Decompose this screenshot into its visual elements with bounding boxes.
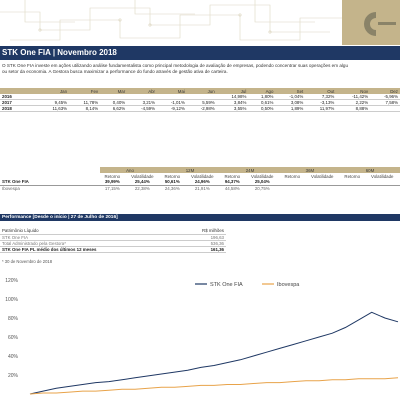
pl-label: STK One FIA PL médio dos últimos 12 mese…	[0, 246, 179, 253]
y-tick-label: 120%	[5, 278, 18, 284]
return-cell: 1,89%	[275, 105, 306, 113]
return-cell: 6,62%	[100, 105, 128, 113]
header-banner	[0, 0, 400, 45]
table-row: STK One FIA PL médio dos últimos 12 mese…	[0, 246, 226, 253]
perf-value-cell: 20,75%	[254, 185, 270, 191]
return-cell	[370, 105, 400, 113]
perf-value-cell: 22,38%	[134, 185, 150, 191]
footnote: * 30 de Novembro de 2018	[2, 259, 53, 264]
performance-section-title: Performance [Desde o início | 27 de Julh…	[0, 214, 400, 221]
performance-chart: 120% 100% 80% 60% 40% 20% STK One FIA Ibovespa	[5, 278, 399, 395]
legend-label: STK One FIA	[210, 282, 243, 288]
return-cell: 3,55%	[216, 105, 249, 113]
table-row: 2018 11,63% 8,14% 6,62% -4,59% -9,12% -2…	[0, 105, 400, 113]
return-cell: 11,97%	[305, 105, 337, 113]
return-cell: -2,98%	[186, 105, 217, 113]
benchmark-name-cell: Ibovespa	[2, 185, 20, 191]
series-line	[29, 311, 399, 395]
return-cell: -9,12%	[157, 105, 187, 113]
perf-value-cell	[365, 185, 400, 191]
y-tick-label: 100%	[5, 297, 18, 303]
y-tick-label: 20%	[8, 373, 19, 379]
monthly-returns-table: Jan Fev Mar Abr Mai Jun Jul Ago Set Out …	[0, 88, 400, 113]
patrimonio-table: Patrimônio Líquido R$ milhões STK One FI…	[0, 228, 226, 253]
return-cell: 11,63%	[38, 105, 70, 113]
perf-value-cell: 24,36%	[164, 185, 180, 191]
y-tick-label: 60%	[8, 335, 19, 341]
performance-table: Ano 12M 24M 36M 60M Retorno Volatilidade…	[0, 167, 400, 191]
fund-description: O STK One FIA investe em ações utilizand…	[2, 63, 400, 75]
y-tick-label: 40%	[8, 354, 19, 360]
banner-pattern	[0, 0, 342, 41]
pl-value: 161,36	[178, 246, 226, 253]
series-line	[29, 377, 399, 395]
return-cell: -4,59%	[127, 105, 158, 113]
return-cell: 0,50%	[248, 105, 276, 113]
perf-value-cell: 44,58%	[224, 185, 240, 191]
perf-value-cell: 17,15%	[104, 185, 120, 191]
legend-label: Ibovespa	[277, 282, 300, 288]
y-tick-label: 80%	[8, 316, 19, 322]
return-cell: 8,88%	[336, 105, 371, 113]
description-line-2: ou setor da economia. A Gestora busca ma…	[2, 69, 228, 75]
page-title: STK One FIA | Novembro 2018	[0, 46, 400, 60]
perf-value-cell	[340, 185, 365, 191]
perf-value-cell: 21,91%	[194, 185, 210, 191]
company-logo	[364, 12, 396, 36]
perf-value-cell	[305, 185, 340, 191]
perf-value-cell	[280, 185, 305, 191]
table-row: Ibovespa 17,15% 22,38% 24,36% 21,91% 44,…	[0, 185, 400, 191]
year-cell: 2018	[0, 105, 38, 113]
return-cell: 8,14%	[69, 105, 101, 113]
